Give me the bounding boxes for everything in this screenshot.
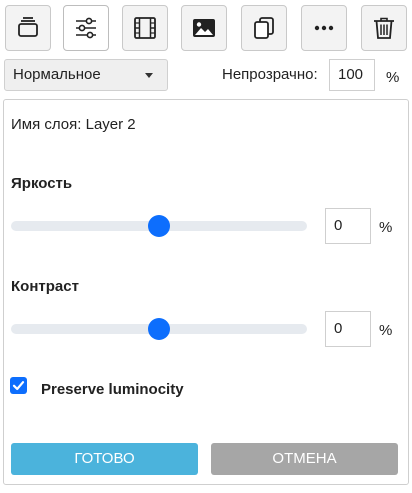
trash-icon [374,17,394,39]
checkmark-icon [12,381,25,391]
cancel-button[interactable]: ОТМЕНА [211,443,398,475]
opacity-unit: % [386,69,400,86]
more-button[interactable] [301,5,347,51]
preserve-luminocity-checkbox[interactable] [10,377,27,394]
layers-icon [18,17,38,37]
opacity-label: Непрозрачно: [222,66,318,83]
toolbar [0,0,412,56]
brightness-input[interactable]: 0 [325,208,371,244]
brightness-unit: % [379,219,393,236]
preserve-luminocity-label: Preserve luminocity [41,381,184,398]
layer-name-label: Имя слоя: Layer 2 [11,116,136,133]
duplicate-button[interactable] [241,5,287,51]
sliders-icon [76,17,96,39]
contrast-slider-thumb[interactable] [148,318,170,340]
brightness-label: Яркость [11,175,73,192]
film-button[interactable] [122,5,168,51]
more-icon [314,25,334,31]
contrast-label: Контраст [11,278,79,295]
image-button[interactable] [181,5,227,51]
layers-button[interactable] [5,5,51,51]
brightness-slider-thumb[interactable] [148,215,170,237]
caret-down-icon [145,73,153,78]
contrast-unit: % [379,322,393,339]
film-icon [134,17,156,39]
opacity-input[interactable]: 100 [329,59,375,91]
blend-mode-value: Нормальное [13,66,101,83]
duplicate-icon [254,17,274,39]
image-icon [193,19,215,37]
contrast-input[interactable]: 0 [325,311,371,347]
adjustments-button[interactable] [63,5,109,51]
delete-button[interactable] [361,5,407,51]
blend-mode-select[interactable]: Нормальное [4,59,168,91]
ok-button[interactable]: ГОТОВО [11,443,198,475]
